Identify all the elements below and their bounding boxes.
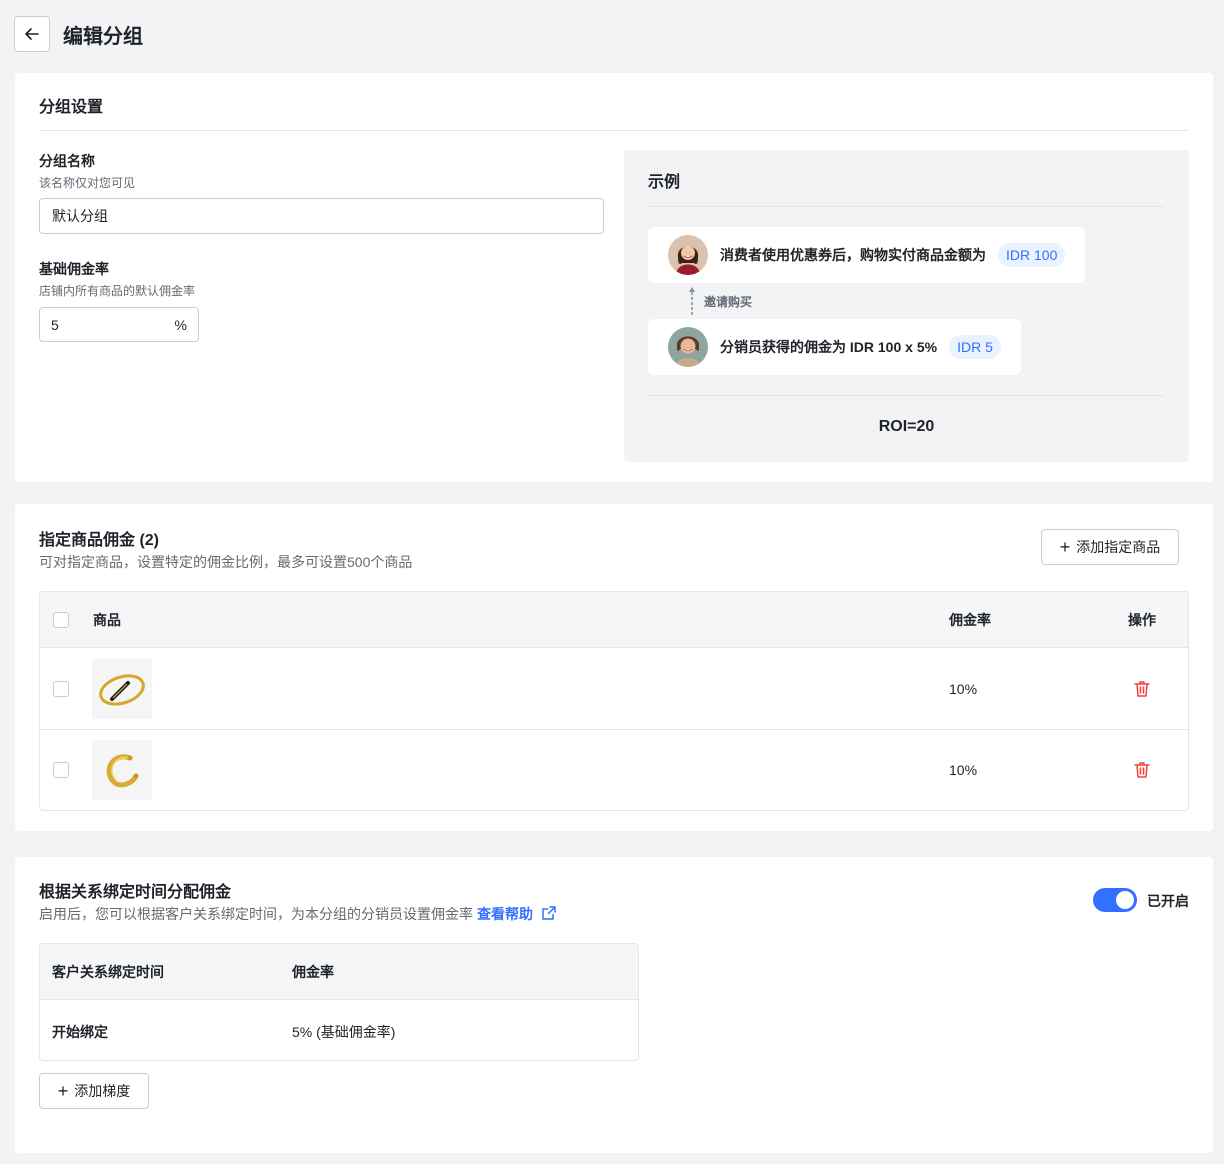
affiliate-text: 分销员获得的佣金为 IDR 100 x 5% <box>720 339 938 355</box>
table-row: 10% <box>40 730 1188 810</box>
base-rate-field: % <box>39 307 199 342</box>
group-settings-card: 分组设置 分组名称 该名称仅对您可见 基础佣金率 店铺内所有商品的默认佣金率 %… <box>15 73 1213 482</box>
divider <box>648 395 1165 396</box>
select-all-checkbox[interactable] <box>53 612 69 628</box>
invite-connector: 邀请购买 <box>688 286 752 316</box>
add-tier-label: 添加梯度 <box>74 1083 131 1099</box>
row-rate: 5% (基础佣金率) <box>292 1024 396 1040</box>
group-name-help: 该名称仅对您可见 <box>39 176 136 190</box>
product-commission-title: 指定商品佣金 (2) <box>39 532 160 549</box>
column-header-action: 操作 <box>1128 612 1156 628</box>
table-row: 10% <box>40 649 1188 730</box>
plus-icon: + <box>57 1081 69 1101</box>
column-header-rate: 佣金率 <box>949 612 991 628</box>
page-title: 编辑分组 <box>63 25 143 48</box>
row-checkbox[interactable] <box>53 762 69 778</box>
product-table: 商品 佣金率 操作 10% 10% <box>39 591 1189 811</box>
divider <box>39 130 1189 131</box>
plus-icon: + <box>1059 537 1071 557</box>
tier-table: 客户关系绑定时间 佣金率 开始绑定 5% (基础佣金率) <box>39 943 639 1061</box>
delete-icon[interactable] <box>1132 760 1152 780</box>
divider <box>648 206 1165 207</box>
time-commission-card: 根据关系绑定时间分配佣金 启用后，您可以根据客户关系绑定时间，为本分组的分销员设… <box>15 857 1213 1153</box>
bracelet-image-icon <box>99 674 145 706</box>
affiliate-bubble: 分销员获得的佣金为 IDR 100 x 5% IDR 5 <box>648 319 1021 375</box>
product-thumbnail <box>92 740 152 800</box>
time-commission-title: 根据关系绑定时间分配佣金 <box>39 884 232 901</box>
consumer-text: 消费者使用优惠券后，购物实付商品金额为 <box>720 247 986 263</box>
base-rate-label: 基础佣金率 <box>39 261 109 277</box>
consumer-avatar <box>668 235 708 275</box>
back-button[interactable] <box>14 16 50 52</box>
table-row: 开始绑定 5% (基础佣金率) <box>40 1001 638 1060</box>
group-name-input[interactable] <box>39 198 604 234</box>
delete-icon[interactable] <box>1132 679 1152 699</box>
roi-value: ROI=20 <box>878 418 935 435</box>
row-rate: 10% <box>949 762 978 778</box>
help-link[interactable]: 查看帮助 <box>477 906 533 922</box>
product-thumbnail <box>92 659 152 719</box>
time-commission-desc-line: 启用后，您可以根据客户关系绑定时间，为本分组的分销员设置佣金率 查看帮助 <box>39 904 557 924</box>
row-checkbox[interactable] <box>53 681 69 697</box>
row-bind-time: 开始绑定 <box>52 1024 108 1040</box>
base-rate-input[interactable] <box>51 316 161 333</box>
consumer-amount-tag: IDR 100 <box>998 243 1066 267</box>
external-link-icon[interactable] <box>541 905 557 921</box>
affiliate-avatar <box>668 327 708 367</box>
section-title: 分组设置 <box>39 99 104 116</box>
percent-suffix: % <box>174 316 187 333</box>
time-commission-toggle[interactable] <box>1093 888 1137 912</box>
consumer-bubble: 消费者使用优惠券后，购物实付商品金额为 IDR 100 <box>648 227 1086 283</box>
toggle-knob <box>1116 891 1134 909</box>
column-header-bind-time: 客户关系绑定时间 <box>52 964 164 980</box>
row-rate: 10% <box>949 681 978 697</box>
invite-text: 邀请购买 <box>704 294 753 309</box>
cuff-bracelet-image-icon <box>106 754 139 788</box>
table-header: 商品 佣金率 操作 <box>40 592 1188 648</box>
column-header-product: 商品 <box>93 612 121 628</box>
add-tier-button[interactable]: + 添加梯度 <box>39 1073 149 1109</box>
table-header: 客户关系绑定时间 佣金率 <box>40 944 638 1000</box>
affiliate-amount-tag: IDR 5 <box>949 335 1001 359</box>
example-title: 示例 <box>648 174 681 191</box>
toggle-status-label: 已开启 <box>1147 893 1189 909</box>
page-header: 编辑分组 <box>14 16 143 52</box>
product-commission-card: 指定商品佣金 (2) 可对指定商品，设置特定的佣金比例，最多可设置500个商品 … <box>15 504 1213 831</box>
example-panel: 示例 消费者使用优惠券后，购物实付商品金额为 IDR 100 邀请购买 分销员获… <box>624 150 1189 462</box>
product-commission-desc: 可对指定商品，设置特定的佣金比例，最多可设置500个商品 <box>39 554 413 570</box>
add-product-button[interactable]: + 添加指定商品 <box>1041 529 1179 565</box>
group-name-label: 分组名称 <box>39 153 95 169</box>
time-commission-desc: 启用后，您可以根据客户关系绑定时间，为本分组的分销员设置佣金率 <box>39 906 473 922</box>
add-product-label: 添加指定商品 <box>1076 539 1161 555</box>
column-header-rate: 佣金率 <box>292 964 334 980</box>
arrow-up-icon <box>689 287 695 316</box>
base-rate-help: 店铺内所有商品的默认佣金率 <box>39 284 196 298</box>
arrow-left-icon <box>25 28 39 40</box>
